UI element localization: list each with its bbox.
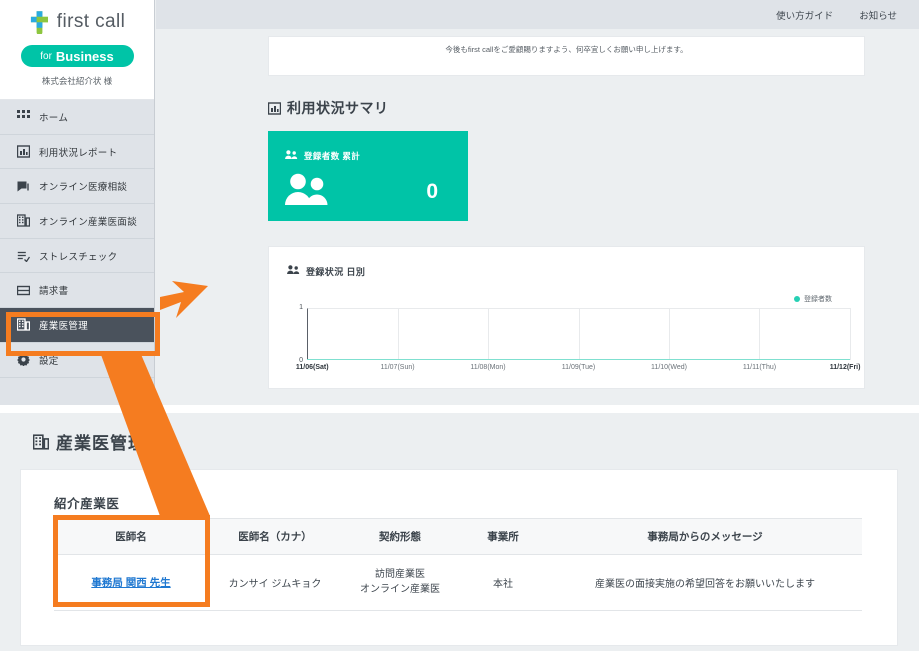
sidebar-item-stress-check[interactable]: ストレスチェック: [0, 239, 154, 274]
doctors-table: 医師名 医師名（カナ） 契約形態 事業所 事務局からのメッセージ 事務局 関西 …: [54, 518, 862, 611]
chart-heading-label: 登録状況 日別: [306, 265, 365, 278]
notice-card: 今後もfirst callをご愛顧賜りますよう、何卒宜しくお願い申し上げます。: [268, 36, 865, 76]
business-badge-word: Business: [56, 49, 114, 64]
screenshot-divider: [0, 405, 919, 413]
page-title: 産業医管理: [33, 429, 146, 454]
cell-office: 本社: [458, 555, 548, 611]
bar-chart-icon: [17, 145, 30, 158]
people-icon: [285, 173, 333, 211]
dashboard-main: 使い方ガイド お知らせ 今後もfirst callをご愛顧賜りますよう、何卒宜し…: [156, 0, 919, 405]
sidebar-item-label: 利用状況レポート: [39, 145, 117, 159]
chart-heading: 登録状況 日別: [269, 247, 864, 280]
card-title: 紹介産業医: [54, 493, 120, 512]
chart-x-axis-labels: 11/06(Sat) 11/07(Sun) 11/08(Mon) 11/09(T…: [307, 364, 850, 376]
sidebar-item-online-sangyoi-meeting[interactable]: オンライン産業医面談: [0, 204, 154, 239]
sidebar-item-label: ストレスチェック: [39, 249, 117, 263]
sidebar-item-label: オンライン産業医面談: [39, 214, 137, 228]
series-line-registered: [307, 359, 850, 360]
kpi-label: 登録者数 累計: [304, 150, 360, 162]
x-tick-label: 11/11(Thu): [743, 364, 776, 371]
x-tick-label: 11/12(Fri): [830, 364, 861, 371]
dashboard-screenshot-panel: first call for Business 株式会社紹介状 様 ホーム: [0, 0, 919, 405]
brand-name: first call: [57, 11, 125, 33]
cell-contract-type: 訪問産業医 オンライン産業医: [342, 555, 458, 611]
column-header-doctor-name: 医師名: [54, 519, 208, 555]
contract-type-line-2: オンライン産業医: [346, 583, 454, 598]
sidebar-nav: ホーム 利用状況レポート オンライン医療相談: [0, 100, 154, 378]
contract-type-line-1: 訪問産業医: [346, 568, 454, 583]
chart-legend: 登録者数: [794, 294, 832, 304]
x-tick-label: 11/09(Tue): [562, 364, 595, 371]
notifications-link[interactable]: お知らせ: [859, 8, 897, 22]
usage-guide-link[interactable]: 使い方ガイド: [776, 8, 833, 22]
chat-icon: [17, 180, 30, 193]
page-title-label: 産業医管理: [56, 429, 146, 454]
column-header-message: 事務局からのメッセージ: [548, 519, 862, 555]
column-header-doctor-kana: 医師名（カナ）: [208, 519, 342, 555]
daily-registration-chart-card: 登録状況 日別 登録者数 1 0: [268, 246, 865, 389]
y-tick-max: 1: [299, 304, 303, 311]
sidebar-item-settings[interactable]: 設定: [0, 343, 154, 378]
sidebar-item-label: 請求書: [39, 283, 68, 297]
chart-plot-area: 登録者数 1 0 11/06: [269, 286, 864, 386]
sidebar-item-sangyoi-management[interactable]: 産業医管理: [0, 308, 154, 343]
kpi-value: 0: [426, 180, 438, 204]
sidebar-item-invoice[interactable]: 請求書: [0, 273, 154, 308]
company-name: 株式会社紹介状 様: [0, 75, 154, 87]
invoice-icon: [17, 284, 30, 297]
sidebar-item-label: オンライン医療相談: [39, 179, 127, 193]
people-icon: [285, 147, 298, 165]
building-icon: [33, 434, 49, 450]
sidebar-item-label: ホーム: [39, 110, 68, 124]
legend-label: 登録者数: [804, 294, 832, 304]
x-tick-label: 11/10(Wed): [651, 364, 687, 371]
column-header-office: 事業所: [458, 519, 548, 555]
x-tick-label: 11/07(Sun): [380, 364, 414, 371]
usage-summary-heading-label: 利用状況サマリ: [287, 98, 389, 118]
first-call-cross-logo-icon: [29, 10, 50, 34]
x-tick-label: 11/08(Mon): [470, 364, 505, 371]
sidebar: first call for Business 株式会社紹介状 様 ホーム: [0, 0, 155, 405]
sidebar-item-home[interactable]: ホーム: [0, 100, 154, 135]
screenshot-root: first call for Business 株式会社紹介状 様 ホーム: [0, 0, 919, 651]
cell-message: 産業医の面接実施の希望回答をお願いいたします: [548, 555, 862, 611]
sidebar-item-label: 産業医管理: [39, 318, 88, 332]
brand-block: first call for Business 株式会社紹介状 様: [0, 0, 154, 100]
building-icon: [17, 214, 30, 227]
gear-icon: [17, 353, 30, 366]
x-tick-label: 11/06(Sat): [296, 364, 329, 371]
sangyoi-management-screenshot-panel: 産業医管理 紹介産業医 医師名 医師名（カナ） 契約形態 事業所: [0, 413, 919, 651]
cell-doctor-kana: カンサイ ジムキョク: [208, 555, 342, 611]
kpi-card-registered-total: 登録者数 累計 0: [268, 131, 468, 221]
bar-chart-icon: [268, 102, 281, 115]
top-header-bar: 使い方ガイド お知らせ: [156, 0, 919, 29]
business-badge-for: for: [40, 51, 52, 62]
sidebar-item-label: 設定: [39, 353, 59, 367]
people-icon: [287, 262, 300, 280]
referred-doctors-card: 紹介産業医 医師名 医師名（カナ） 契約形態 事業所 事務局からのメッセージ: [20, 469, 898, 646]
chart-axes: 1 0: [307, 308, 850, 360]
cell-doctor-name: 事務局 関西 先生: [54, 555, 208, 611]
business-badge: for Business: [21, 45, 134, 67]
usage-summary-heading: 利用状況サマリ: [268, 98, 389, 118]
legend-swatch: [794, 296, 800, 302]
sidebar-item-online-consult[interactable]: オンライン医療相談: [0, 169, 154, 204]
table-row: 事務局 関西 先生 カンサイ ジムキョク 訪問産業医 オンライン産業医 本社 産…: [54, 555, 862, 611]
grid-icon: [17, 110, 30, 123]
checklist-icon: [17, 249, 30, 262]
doctor-name-link[interactable]: 事務局 関西 先生: [91, 577, 170, 589]
column-header-contract-type: 契約形態: [342, 519, 458, 555]
sidebar-item-usage-report[interactable]: 利用状況レポート: [0, 135, 154, 170]
y-tick-min: 0: [299, 357, 303, 364]
notice-text: 今後もfirst callをご愛顧賜りますよう、何卒宜しくお願い申し上げます。: [269, 37, 864, 55]
building-icon: [17, 318, 30, 331]
table-header-row: 医師名 医師名（カナ） 契約形態 事業所 事務局からのメッセージ: [54, 519, 862, 555]
